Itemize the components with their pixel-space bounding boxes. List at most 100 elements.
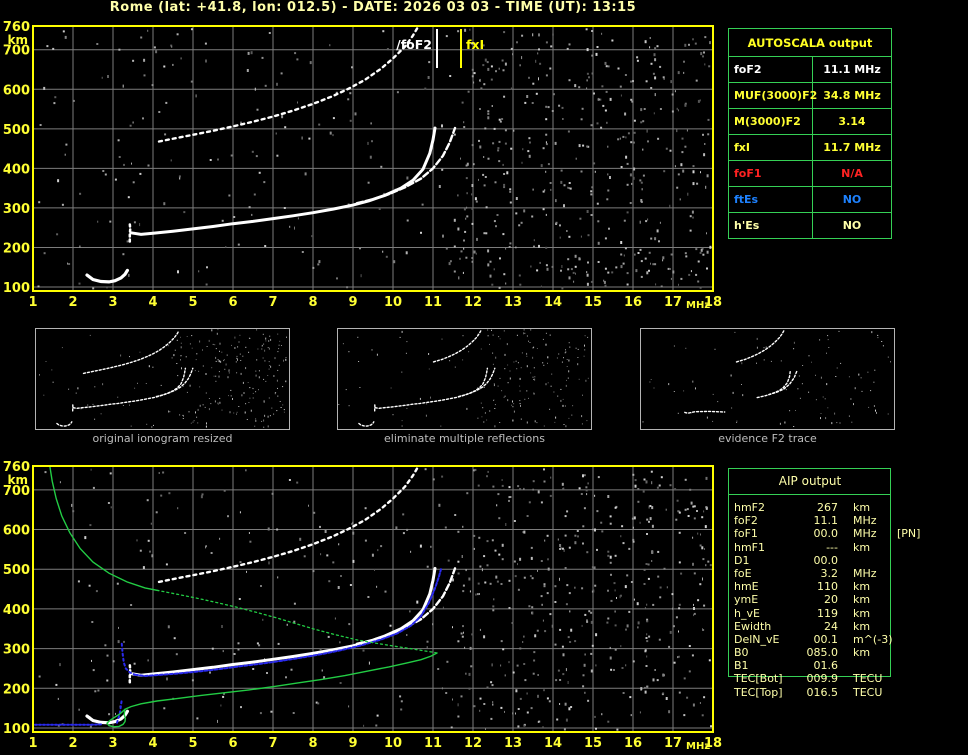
plot-border — [32, 465, 714, 733]
param-value: NO — [842, 193, 862, 206]
param-label: ftEs — [729, 187, 813, 212]
param-unit: km — [853, 593, 871, 607]
x-tick-label: 1 — [28, 295, 37, 310]
param-unit: km — [853, 580, 871, 594]
param-value: 085.0 — [806, 646, 839, 660]
thumb-noise — [338, 329, 589, 428]
param-value: 11.1 MHz — [823, 63, 881, 76]
x-tick-label: 2 — [68, 295, 77, 310]
param-note: [PN] — [897, 527, 921, 541]
param-value: 20 — [824, 593, 838, 607]
x-tick-label: 6 — [228, 295, 237, 310]
param-value: NO — [842, 219, 862, 232]
x-tick-label: 12 — [464, 736, 482, 751]
bottom-ionogram-profile-plot: 1 2 3 4 5 6 7 8 9 10 11 12 13 14 15 16 17 18MHz7607006005… — [3, 460, 722, 752]
table-row: hmE 110 km — [734, 580, 964, 593]
traces — [85, 27, 457, 284]
param-label: Ewidth — [734, 619, 772, 633]
x-tick-label: 3 — [108, 295, 117, 310]
x-tick-label: 8 — [308, 295, 317, 310]
param-value: 009.9 — [806, 672, 839, 686]
param-value: 3.2 — [820, 566, 839, 580]
series-E_trace — [85, 268, 129, 284]
x-tick-label: 7 — [268, 295, 277, 310]
thumb-traces — [56, 329, 194, 427]
param-unit: km — [853, 619, 871, 633]
series-F_O — [129, 126, 437, 236]
param-unit: m^(-3) — [853, 632, 893, 646]
autoscala-window: { "title": "Rome (lat: +41.8, lon: 012.5… — [0, 0, 968, 755]
noise — [38, 468, 712, 731]
table-row: ftEs NO — [729, 186, 891, 212]
x-tick-label: 16 — [624, 736, 642, 751]
axis-labels: 1 2 3 4 5 6 7 8 9 10 11 12 13 14 15 16 17 18MHz7607006005… — [3, 20, 722, 311]
plot-border — [32, 25, 714, 292]
param-label: foF2 — [734, 514, 758, 528]
table-row: TEC[Bot] 009.9 TECU — [734, 672, 964, 685]
param-label: D1 — [734, 553, 750, 567]
series-profile_mid — [156, 589, 438, 654]
param-value: 00.1 — [813, 632, 839, 646]
series-F_X_tail — [768, 370, 798, 396]
param-value: 00.0 — [813, 553, 839, 567]
table-row: fxI 11.7 MHz — [729, 134, 891, 160]
param-label: foF2 — [729, 57, 813, 82]
aip-header-divider — [729, 494, 890, 495]
series-second_hop — [157, 27, 419, 143]
x-tick-label: 11 — [424, 736, 442, 751]
y-tick-label: 200 — [3, 241, 30, 256]
thumbnail-caption: evidence F2 trace — [718, 432, 817, 445]
x-tick-label: 10 — [384, 736, 402, 751]
series-F_X — [355, 126, 457, 205]
series-E_trace — [56, 421, 73, 427]
x-tick-label: 7 — [268, 736, 277, 751]
table-row: foF1 N/A — [729, 160, 891, 186]
series-second_hop_partial — [432, 329, 482, 363]
series-restored_F — [134, 568, 442, 678]
x-tick-label: 10 — [384, 295, 402, 310]
param-unit: MHz — [853, 514, 877, 528]
noise — [37, 28, 712, 290]
table-row: ymE 20 km — [734, 593, 964, 606]
x-tick-label: 4 — [148, 736, 157, 751]
x-tick-label: 9 — [348, 736, 357, 751]
param-value: 24 — [824, 619, 838, 633]
param-label: foE — [734, 566, 752, 580]
param-value: 110 — [817, 580, 838, 594]
param-label: ymE — [734, 593, 759, 607]
param-label: hmF1 — [734, 540, 766, 554]
thumb-noise — [642, 330, 891, 427]
thumb-noise — [39, 329, 287, 428]
y-tick-label: 600 — [3, 524, 30, 539]
x-tick-label: 11 — [424, 295, 442, 310]
param-label: fxI — [729, 135, 813, 160]
autoscala-output-table: AUTOSCALA output foF2 11.1 MHz MUF(3000)… — [728, 28, 892, 239]
y-tick-label: 300 — [3, 202, 30, 217]
table-row: hmF2 267 km — [734, 501, 964, 514]
x-tick-label: 5 — [188, 295, 197, 310]
series-E_trace — [358, 421, 375, 427]
param-unit: MHz — [853, 527, 877, 541]
param-value: 34.8 MHz — [823, 89, 881, 102]
x-tick-label: 9 — [348, 295, 357, 310]
param-unit: km — [853, 606, 871, 620]
param-label: hmE — [734, 580, 759, 594]
param-unit — [853, 659, 895, 672]
table-row: B1 01.6 — [734, 659, 964, 672]
y-tick-label: 600 — [3, 83, 30, 98]
thumbnail-caption: original ionogram resized — [92, 432, 233, 445]
param-unit: km — [853, 540, 871, 554]
y-axis-unit: km — [8, 33, 28, 47]
param-value: 3.14 — [838, 115, 866, 128]
table-row: foF1 00.0 MHz [PN] — [734, 527, 964, 540]
y-tick-label: 400 — [3, 162, 30, 177]
param-label: B0 — [734, 646, 749, 660]
x-tick-label: 8 — [308, 736, 317, 751]
series-F_O — [72, 367, 187, 410]
param-label: DelN_vE — [734, 632, 780, 646]
x-tick-label: 14 — [544, 736, 562, 751]
param-value: 119 — [817, 606, 838, 620]
series-second_hop — [82, 329, 180, 375]
param-unit: TECU — [853, 685, 883, 699]
x-tick-label: 4 — [148, 295, 157, 310]
